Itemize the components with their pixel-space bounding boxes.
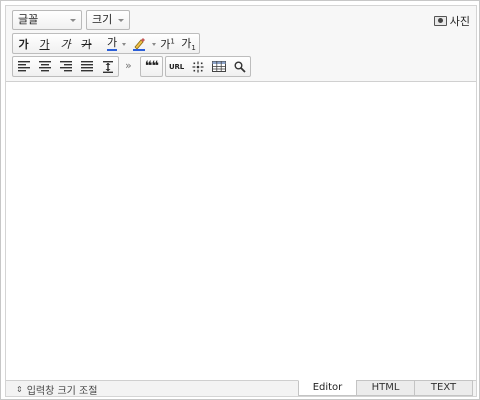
- align-center-button[interactable]: [34, 57, 55, 76]
- font-size-select[interactable]: 크기: [86, 10, 130, 30]
- camera-icon: [433, 16, 447, 26]
- align-group: [12, 56, 119, 77]
- subscript-mark: 1: [191, 44, 196, 53]
- italic-icon: 가: [60, 37, 71, 51]
- insert-photo-button[interactable]: 사진: [433, 13, 470, 29]
- underline-button[interactable]: 가: [34, 34, 55, 53]
- insert-photo-label: 사진: [449, 15, 470, 28]
- resize-handle[interactable]: ⇕ 입력창 크기 조절: [16, 382, 97, 397]
- subscript-glyph: 가: [181, 36, 192, 50]
- editor-status-bar: ⇕ 입력창 크기 조절 Editor HTML TEXT: [6, 380, 476, 397]
- editing-area[interactable]: [6, 83, 476, 380]
- find-button[interactable]: [229, 57, 250, 76]
- text-format-group: 가 가 가 가 가 가1 가1: [12, 33, 200, 54]
- align-left-button[interactable]: [13, 57, 34, 76]
- align-left-icon: [17, 61, 30, 72]
- align-right-icon: [59, 61, 72, 72]
- bold-icon: 가: [18, 37, 29, 51]
- quote-icon: ❝❝: [144, 59, 159, 74]
- superscript-mark: 1: [170, 36, 175, 45]
- line-height-icon: [102, 60, 113, 73]
- strikethrough-icon: 가: [81, 37, 92, 51]
- quote-group: ❝❝: [140, 56, 163, 77]
- chevron-down-icon: [122, 43, 126, 46]
- underline-icon: 가: [39, 37, 50, 51]
- tab-editor[interactable]: Editor: [298, 380, 357, 396]
- resize-label: 입력창 크기 조절: [26, 386, 98, 397]
- table-icon: [211, 61, 226, 72]
- align-center-icon: [38, 61, 51, 72]
- tab-text[interactable]: TEXT: [414, 380, 473, 396]
- font-color-icon: 가: [106, 35, 118, 51]
- insert-table-button[interactable]: [208, 57, 229, 76]
- editor-frame: 글꼴 크기 사진 가 가 가 가 가 가1 가1 » ❝❝ URL ⇕ 입력창 …: [0, 0, 480, 400]
- superscript-icon: 가1: [160, 36, 175, 52]
- subscript-icon: 가1: [181, 35, 196, 52]
- font-family-select-label: 글꼴: [18, 13, 39, 26]
- highlight-color-icon: [133, 37, 145, 51]
- align-justify-icon: [80, 61, 93, 72]
- editor-toolbar: 글꼴 크기 사진 가 가 가 가 가 가1 가1 » ❝❝ URL: [6, 6, 476, 82]
- superscript-glyph: 가: [160, 37, 171, 51]
- blockquote-button[interactable]: ❝❝: [141, 57, 162, 76]
- bold-button[interactable]: 가: [13, 34, 34, 53]
- font-family-select[interactable]: 글꼴: [12, 10, 82, 30]
- tab-html[interactable]: HTML: [356, 380, 415, 396]
- resize-arrows-icon: ⇕: [16, 385, 23, 394]
- superscript-button[interactable]: 가1: [157, 34, 178, 53]
- strikethrough-button[interactable]: 가: [76, 34, 97, 53]
- editor-container: 글꼴 크기 사진 가 가 가 가 가 가1 가1 » ❝❝ URL ⇕ 입력창 …: [5, 5, 477, 397]
- insert-link-button[interactable]: URL: [166, 57, 187, 76]
- highlight-color-button[interactable]: [127, 34, 157, 53]
- more-options-button[interactable]: »: [125, 59, 132, 72]
- chevron-down-icon: [152, 43, 156, 46]
- special-character-icon: [192, 61, 203, 72]
- special-character-button[interactable]: [187, 57, 208, 76]
- chevron-down-icon: [118, 19, 124, 22]
- chevron-down-icon: [70, 19, 76, 22]
- align-right-button[interactable]: [55, 57, 76, 76]
- mode-tabs: Editor HTML TEXT: [298, 380, 473, 396]
- font-color-button[interactable]: 가: [97, 34, 127, 53]
- insert-group: URL: [165, 56, 251, 77]
- subscript-button[interactable]: 가1: [178, 34, 199, 53]
- italic-button[interactable]: 가: [55, 34, 76, 53]
- align-justify-button[interactable]: [76, 57, 97, 76]
- link-icon: URL: [169, 62, 184, 71]
- line-height-button[interactable]: [97, 57, 118, 76]
- search-icon: [234, 61, 246, 73]
- font-size-select-label: 크기: [92, 13, 113, 26]
